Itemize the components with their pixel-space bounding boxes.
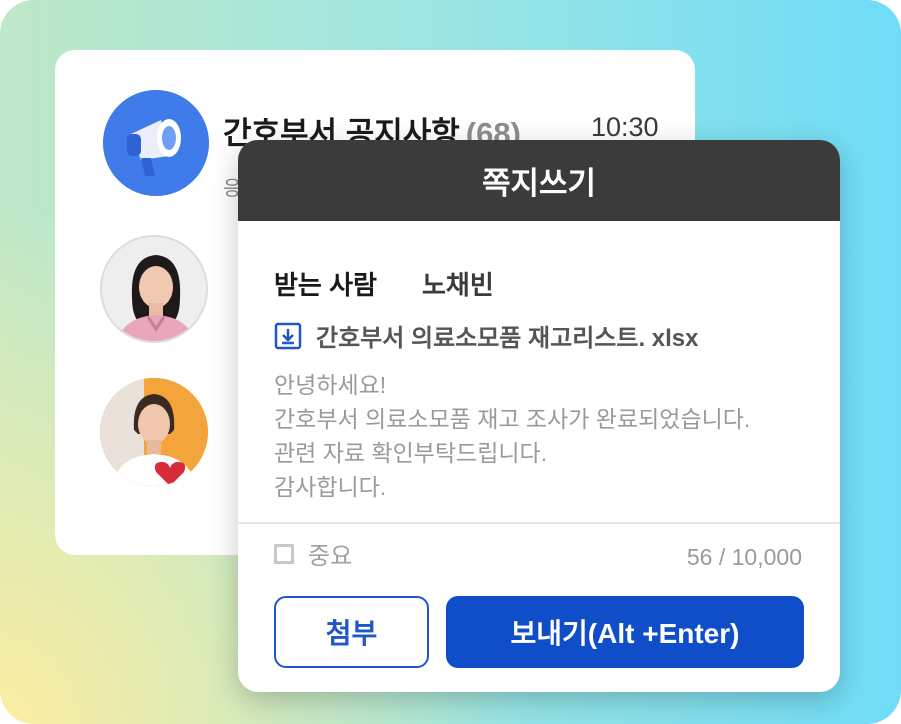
- notice-avatar: [103, 90, 209, 196]
- download-file-icon: [274, 322, 302, 349]
- recipient-name[interactable]: 노채빈: [422, 265, 494, 302]
- attachment-filename: 간호부서 의료소모품 재고리스트. xlsx: [316, 325, 699, 352]
- message-line: 감사합니다.: [274, 474, 387, 500]
- person-icon: [100, 378, 208, 486]
- important-label: 중요: [308, 543, 353, 570]
- message-line: 안녕하세요!: [274, 372, 387, 398]
- nurse-avatar-1[interactable]: [100, 235, 208, 343]
- dialog-title: 쪽지쓰기: [481, 166, 597, 201]
- send-button[interactable]: 보내기(Alt +Enter): [446, 596, 804, 668]
- attachment-row[interactable]: 간호부서 의료소모품 재고리스트. xlsx: [274, 318, 699, 353]
- message-line: 관련 자료 확인부탁드립니다.: [274, 440, 548, 466]
- dialog-header: 쪽지쓰기: [238, 140, 840, 221]
- checkbox-icon[interactable]: [274, 543, 294, 564]
- character-counter: 56 / 10,000: [686, 544, 802, 570]
- message-body[interactable]: 안녕하세요! 간호부서 의료소모품 재고 조사가 완료되었습니다. 관련 자료 …: [274, 368, 750, 504]
- nurse-avatar-2[interactable]: [100, 378, 208, 486]
- megaphone-icon: [103, 90, 209, 196]
- notice-time: 10:30: [591, 112, 659, 142]
- attach-button[interactable]: 첨부: [274, 596, 429, 668]
- person-icon: [102, 237, 206, 341]
- divider: [238, 522, 840, 524]
- message-line: 간호부서 의료소모품 재고 조사가 완료되었습니다.: [274, 406, 751, 432]
- recipient-label: 받는 사람: [274, 270, 377, 300]
- message-compose-dialog: 쪽지쓰기 받는 사람 노채빈 간호부서 의료소모품 재고리스트. xlsx 안녕…: [238, 140, 840, 692]
- important-toggle[interactable]: 중요: [274, 536, 352, 571]
